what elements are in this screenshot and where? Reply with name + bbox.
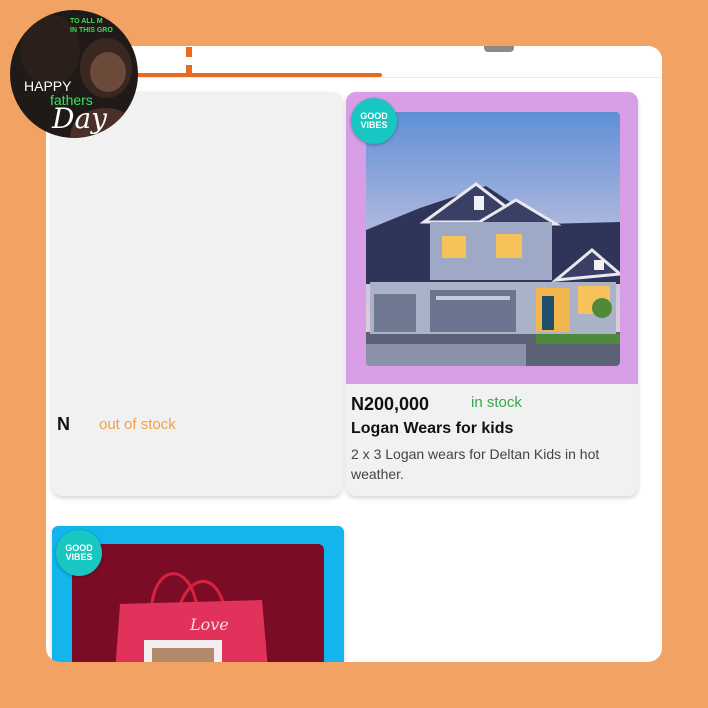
avatar-caption-line1: TO ALL M (70, 18, 103, 25)
product-description: 2 x 3 Logan wears for Deltan Kids in hot… (351, 446, 600, 482)
stock-status: in stock (471, 394, 522, 411)
product-price: N200,000 (351, 394, 430, 414)
product-price: N (57, 414, 70, 434)
good-vibes-badge: GOOD VIBES (56, 530, 102, 576)
product-card-2[interactable]: GOOD VIBES N200,000 in stock Logan Wears … (346, 92, 638, 496)
tab-divider (46, 77, 662, 78)
product-image-frame: GOOD VIBES (346, 92, 638, 384)
app-screen: N out of stock GOOD VIBES N200,000 in st… (46, 46, 662, 662)
avatar-day-text: Day (52, 102, 107, 135)
tab-bar (46, 46, 662, 78)
stock-status: out of stock (99, 416, 176, 433)
product-card-3[interactable]: Love GOOD VIBES (52, 526, 344, 662)
gift-bag-text: Love (189, 615, 229, 634)
good-vibes-badge: GOOD VIBES (351, 98, 397, 144)
house-photo (366, 112, 620, 366)
chat-icon[interactable] (484, 46, 514, 52)
profile-avatar[interactable]: TO ALL M IN THIS GRO HAPPY fathers Day (10, 10, 138, 138)
product-title: Logan Wears for kids (351, 420, 514, 437)
home-icon[interactable] (186, 46, 206, 75)
avatar-caption-line2: IN THIS GRO (70, 27, 113, 34)
gift-bag-illustration: Love (115, 572, 268, 662)
product-card-1[interactable]: N out of stock (52, 92, 342, 496)
house-illustration (366, 112, 620, 366)
gift-bag-photo: Love (72, 544, 324, 662)
